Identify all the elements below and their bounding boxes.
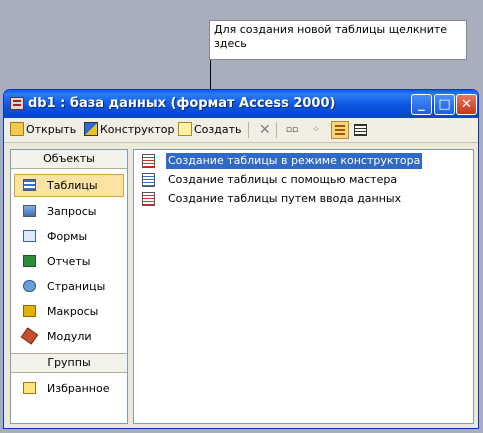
- window-title: db1 : база данных (формат Access 2000): [28, 96, 336, 111]
- object-item-label: Макросы: [47, 305, 99, 318]
- module-icon: [20, 327, 39, 345]
- list-view-icon[interactable]: [331, 121, 349, 139]
- minimize-button[interactable]: _: [411, 94, 432, 115]
- report-icon: [23, 255, 36, 267]
- wizard-icon: [142, 173, 155, 187]
- objects-header[interactable]: Объекты: [11, 150, 127, 169]
- list-item-label: Создание таблицы с помощью мастера: [168, 173, 398, 186]
- callout-tooltip: Для создания новой таблицы щелкните здес…: [209, 20, 467, 60]
- database-window: db1 : база данных (формат Access 2000) _…: [3, 89, 479, 429]
- form-icon: [23, 230, 36, 242]
- datasheet-icon: [142, 192, 155, 206]
- design-label: Конструктор: [100, 123, 175, 136]
- design-button[interactable]: Конструктор: [84, 122, 174, 138]
- object-item-modules[interactable]: Модули: [11, 324, 127, 349]
- toolbar-separator: [276, 122, 277, 138]
- object-item-label: Запросы: [47, 205, 97, 218]
- list-item-label: Создание таблицы путем ввода данных: [168, 192, 402, 205]
- delete-icon[interactable]: ✕: [259, 121, 271, 139]
- object-item-label: Отчеты: [47, 255, 91, 268]
- object-item-queries[interactable]: Запросы: [11, 199, 127, 224]
- object-item-pages[interactable]: Страницы: [11, 274, 127, 299]
- create-button[interactable]: Создать: [178, 122, 242, 138]
- object-item-label: Страницы: [47, 280, 106, 293]
- toolbar-separator: [248, 122, 249, 138]
- list-item-label: Создание таблицы в режиме конструктора: [166, 153, 423, 169]
- large-icons-view-icon[interactable]: ▫▫: [284, 122, 300, 138]
- design-table-icon: [142, 154, 155, 168]
- object-item-label: Модули: [47, 330, 92, 343]
- maximize-button[interactable]: □: [434, 94, 455, 115]
- open-button[interactable]: Открыть: [10, 122, 76, 138]
- object-item-tables[interactable]: Таблицы: [14, 174, 124, 197]
- open-icon: [10, 122, 24, 136]
- object-item-macros[interactable]: Макросы: [11, 299, 127, 324]
- page-icon: [23, 280, 36, 292]
- create-label: Создать: [194, 123, 242, 136]
- object-item-forms[interactable]: Формы: [11, 224, 127, 249]
- title-bar[interactable]: db1 : база данных (формат Access 2000) _…: [4, 90, 478, 118]
- favorites-icon: [23, 382, 36, 394]
- objects-panel: Объекты Таблицы Запросы Формы Отчеты Стр…: [10, 149, 128, 424]
- object-item-label: Таблицы: [47, 179, 98, 192]
- callout-text: Для создания новой таблицы щелкните здес…: [214, 23, 448, 50]
- object-list: Создание таблицы в режиме конструктора С…: [133, 149, 474, 424]
- details-view-icon[interactable]: [354, 124, 367, 136]
- access-app-icon: [10, 97, 24, 110]
- open-label: Открыть: [26, 123, 77, 136]
- table-icon: [23, 179, 36, 191]
- groups-header[interactable]: Группы: [11, 353, 127, 373]
- object-item-label: Формы: [47, 230, 88, 243]
- close-button[interactable]: ✕: [456, 94, 477, 115]
- macro-icon: [23, 305, 36, 317]
- group-item-favorites[interactable]: Избранное: [11, 376, 127, 401]
- database-toolbar: Открыть Конструктор Создать ✕ ▫▫ ⁘: [4, 118, 478, 143]
- group-item-label: Избранное: [47, 382, 110, 395]
- query-icon: [23, 205, 36, 217]
- object-item-reports[interactable]: Отчеты: [11, 249, 127, 274]
- small-icons-view-icon[interactable]: ⁘: [308, 122, 324, 138]
- design-icon: [84, 122, 98, 136]
- create-icon: [178, 122, 192, 136]
